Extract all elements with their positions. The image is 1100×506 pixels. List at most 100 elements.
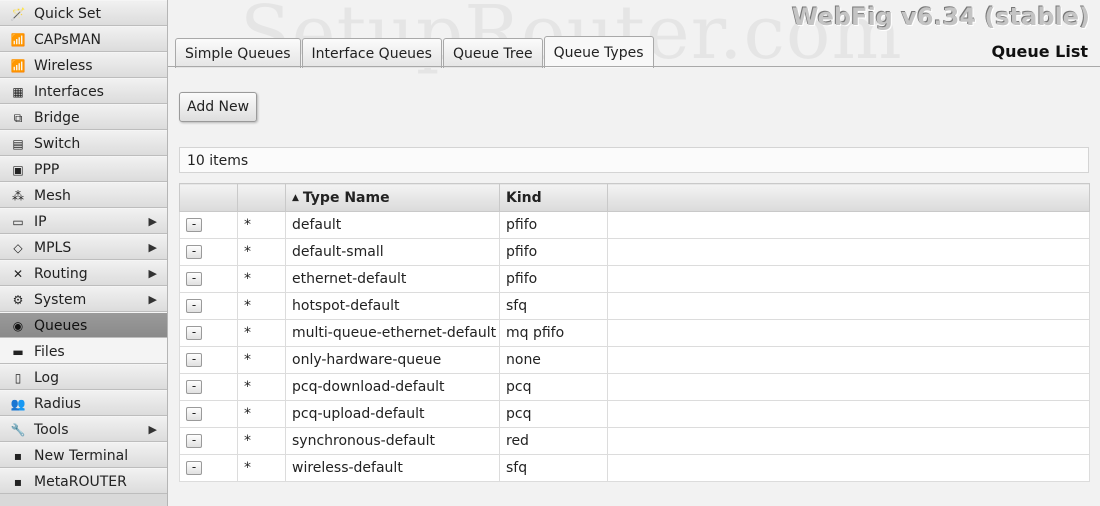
remove-button[interactable]: - [186, 434, 202, 448]
remove-button[interactable]: - [186, 407, 202, 421]
flag-cell: * [237, 238, 286, 266]
wand-icon: 🪄 [10, 7, 26, 21]
col-header-kind[interactable]: Kind [499, 183, 608, 212]
remove-button[interactable]: - [186, 380, 202, 394]
table-row[interactable]: - * hotspot-default sfq [179, 292, 1090, 320]
table-row[interactable]: - * pcq-upload-default pcq [179, 400, 1090, 428]
sidebar-item-radius[interactable]: 👥 Radius [0, 390, 167, 416]
flag-cell: * [237, 265, 286, 293]
remove-button[interactable]: - [186, 299, 202, 313]
sidebar-item-switch[interactable]: ▤ Switch [0, 130, 167, 156]
type-name-cell[interactable]: default-small [285, 238, 500, 266]
sidebar-item-mesh[interactable]: ⁂ Mesh [0, 182, 167, 208]
sidebar-item-log[interactable]: ▯ Log [0, 364, 167, 390]
sidebar-item-interfaces[interactable]: ▦ Interfaces [0, 78, 167, 104]
table-row[interactable]: - * default-small pfifo [179, 238, 1090, 266]
flag-cell: * [237, 373, 286, 401]
sidebar-item-files[interactable]: ▬ Files [0, 338, 167, 364]
col-header-label: Type Name [302, 189, 390, 206]
tab-queue-tree[interactable]: Queue Tree [442, 38, 543, 68]
type-name-cell[interactable]: default [285, 211, 500, 239]
table-row[interactable]: - * multi-queue-ethernet-default mq pfifo [179, 319, 1090, 347]
kind-cell: pcq [499, 373, 608, 401]
sidebar-item-ppp[interactable]: ▣ PPP [0, 156, 167, 182]
app-title: WebFig v6.34 (stable) [791, 3, 1090, 31]
tab-queue-types[interactable]: Queue Types [543, 36, 654, 68]
remove-button[interactable]: - [186, 272, 202, 286]
remove-button[interactable]: - [186, 353, 202, 367]
remove-cell: - [179, 400, 238, 428]
tab-bar: Simple Queues Interface Queues Queue Tree Q… [175, 36, 655, 68]
filler-cell [607, 400, 1090, 428]
type-name-cell[interactable]: only-hardware-queue [285, 346, 500, 374]
submenu-arrow-icon: ▶ [148, 267, 157, 280]
sidebar-item-label: IP [34, 214, 47, 230]
sidebar-item-tools[interactable]: 🔧 Tools ▶ [0, 416, 167, 442]
sidebar-item-bridge[interactable]: ⧉ Bridge [0, 104, 167, 130]
remove-cell: - [179, 265, 238, 293]
users-icon: 👥 [10, 397, 26, 411]
type-name-cell[interactable]: ethernet-default [285, 265, 500, 293]
tab-simple-queues[interactable]: Simple Queues [175, 38, 301, 68]
type-name-cell[interactable]: wireless-default [285, 454, 500, 482]
sidebar-item-quick-set[interactable]: 🪄 Quick Set [0, 0, 167, 26]
submenu-arrow-icon: ▶ [148, 241, 157, 254]
filler-cell [607, 265, 1090, 293]
tab-interface-queues[interactable]: Interface Queues [301, 38, 442, 68]
table-row[interactable]: - * default pfifo [179, 211, 1090, 239]
metarouter-icon: ▪ [13, 475, 23, 489]
sort-ascending-icon: ▲ [292, 192, 299, 203]
remove-cell: - [179, 292, 238, 320]
sidebar-item-system[interactable]: ⚙ System ▶ [0, 286, 167, 312]
sidebar-item-label: MetaROUTER [34, 474, 127, 490]
sidebar-item-label: Tools [34, 422, 69, 438]
type-name-cell[interactable]: pcq-upload-default [285, 400, 500, 428]
filler-cell [607, 427, 1090, 455]
sidebar: 🪄 Quick Set 📶 CAPsMAN 📶 Wireless ▦ Interfaces ⧉ B… [0, 0, 168, 506]
remove-button[interactable]: - [186, 461, 202, 475]
sidebar-item-mpls[interactable]: ◇ MPLS ▶ [0, 234, 167, 260]
sidebar-item-routing[interactable]: ✕ Routing ▶ [0, 260, 167, 286]
table-header-row: ▲ Type Name Kind [179, 183, 1090, 212]
sidebar-item-label: Wireless [34, 58, 93, 74]
queue-types-table: ▲ Type Name Kind - * default pfifo - * default-… [179, 183, 1090, 482]
table-row[interactable]: - * wireless-default sfq [179, 454, 1090, 482]
sidebar-item-queues[interactable]: ◉ Queues [0, 312, 167, 338]
sidebar-item-wireless[interactable]: 📶 Wireless [0, 52, 167, 78]
type-name-cell[interactable]: synchronous-default [285, 427, 500, 455]
filler-cell [607, 454, 1090, 482]
kind-cell: mq pfifo [499, 319, 608, 347]
remove-button[interactable]: - [186, 245, 202, 259]
kind-cell: pcq [499, 400, 608, 428]
ppp-icon: ▣ [12, 163, 24, 177]
kind-cell: pfifo [499, 265, 608, 293]
antenna-icon: 📶 [10, 33, 26, 47]
sidebar-item-label: Mesh [34, 188, 71, 204]
remove-button[interactable]: - [186, 218, 202, 232]
add-new-button[interactable]: Add New [179, 92, 258, 122]
table-row[interactable]: - * only-hardware-queue none [179, 346, 1090, 374]
table-row[interactable]: - * synchronous-default red [179, 427, 1090, 455]
remove-button[interactable]: - [186, 326, 202, 340]
sidebar-item-capsman[interactable]: 📶 CAPsMAN [0, 26, 167, 52]
table-row[interactable]: - * pcq-download-default pcq [179, 373, 1090, 401]
table-row[interactable]: - * ethernet-default pfifo [179, 265, 1090, 293]
sidebar-item-label: MPLS [34, 240, 72, 256]
bridge-icon: ⧉ [13, 111, 23, 125]
sidebar-item-metarouter[interactable]: ▪ MetaROUTER [0, 468, 167, 494]
ip-icon: ▭ [12, 215, 24, 229]
kind-cell: sfq [499, 292, 608, 320]
type-name-cell[interactable]: pcq-download-default [285, 373, 500, 401]
submenu-arrow-icon: ▶ [148, 293, 157, 306]
submenu-arrow-icon: ▶ [148, 423, 157, 436]
sidebar-item-label: System [34, 292, 87, 308]
sidebar-item-new-terminal[interactable]: ▪ New Terminal [0, 442, 167, 468]
type-name-cell[interactable]: multi-queue-ethernet-default [285, 319, 500, 347]
col-header-type-name[interactable]: ▲ Type Name [285, 183, 500, 212]
sidebar-item-label: Log [34, 370, 60, 386]
flag-cell: * [237, 292, 286, 320]
remove-cell: - [179, 373, 238, 401]
sidebar-item-ip[interactable]: ▭ IP ▶ [0, 208, 167, 234]
sidebar-item-label: Routing [34, 266, 88, 282]
type-name-cell[interactable]: hotspot-default [285, 292, 500, 320]
